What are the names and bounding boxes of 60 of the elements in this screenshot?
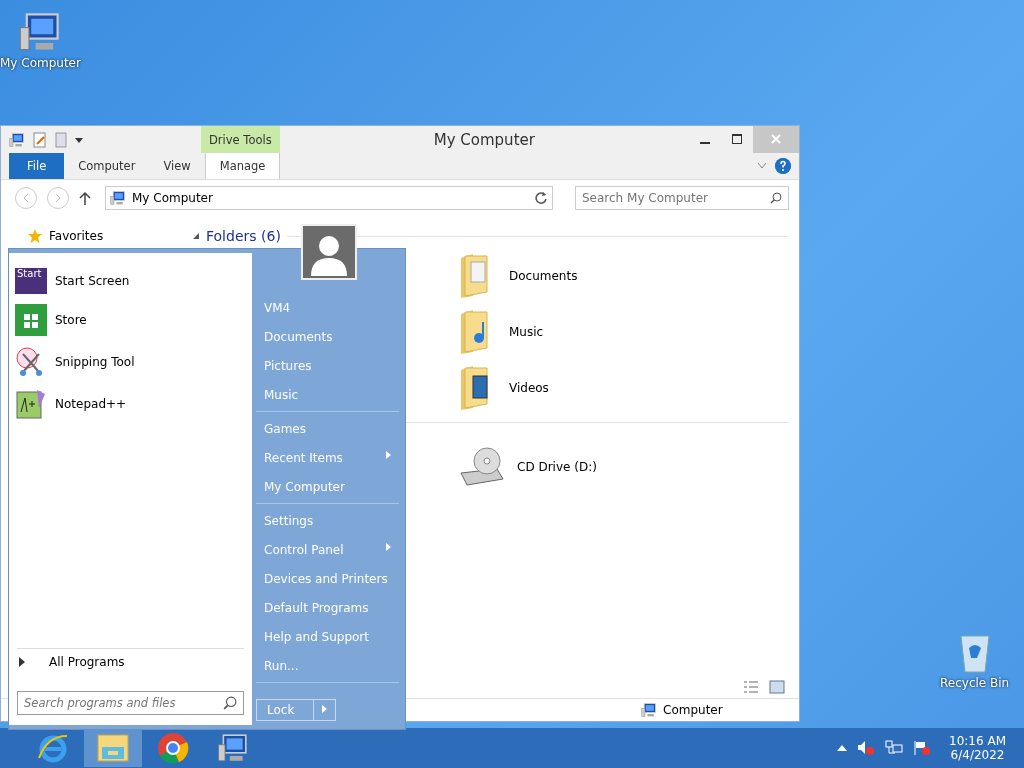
store-icon (15, 304, 47, 336)
ribbon-tab[interactable]: Computer (64, 153, 150, 179)
program-item[interactable]: Notepad++ (9, 385, 252, 423)
maximize-icon (732, 133, 742, 144)
computer-icon (9, 131, 25, 148)
properties-icon[interactable] (33, 131, 47, 148)
network-icon[interactable] (885, 740, 904, 756)
section-header[interactable]: Folders (6) (206, 228, 281, 244)
window-title: My Computer (432, 130, 536, 149)
star-icon (27, 228, 43, 244)
program-item[interactable]: Snipping Tool (9, 343, 252, 381)
search-icon (770, 192, 782, 204)
collapse-icon[interactable] (192, 232, 200, 240)
flag-icon[interactable] (913, 740, 932, 756)
all-programs-button[interactable]: All Programs (17, 648, 244, 675)
submenu-arrow-icon (386, 450, 391, 459)
program-item[interactable]: Store (9, 301, 252, 339)
desktop-icon-label[interactable]: My Computer (0, 56, 81, 70)
address-text[interactable]: My Computer (132, 191, 213, 205)
ribbon-tab[interactable]: File (9, 153, 65, 179)
computer-icon (641, 702, 657, 718)
cd-drive-icon (457, 445, 505, 489)
chevron-down-icon[interactable] (757, 162, 767, 170)
context-tab-label: Drive Tools (201, 126, 280, 153)
status-location: Computer (663, 703, 723, 717)
address-bar[interactable]: My Computer (105, 186, 553, 210)
folder-label[interactable]: CD Drive (D:) (517, 460, 597, 474)
user-avatar[interactable] (301, 224, 357, 280)
nav-item[interactable]: Favorites (49, 229, 104, 243)
clock-time[interactable]: 10:16 AM (949, 734, 1006, 748)
folder-label[interactable]: Music (509, 325, 544, 339)
triangle-right-icon (19, 657, 25, 667)
search-box[interactable]: Search My Computer (575, 186, 789, 210)
notepad-icon (15, 388, 47, 420)
speaker-muted-icon[interactable] (857, 740, 876, 756)
start-screen-icon: Start (15, 268, 47, 294)
folder-label[interactable]: Videos (509, 381, 549, 395)
up-arrow-icon[interactable] (79, 191, 91, 205)
desktop-icon-label[interactable]: Recycle Bin (940, 676, 1010, 690)
clock-date[interactable]: 6/4/2022 (950, 748, 1005, 762)
search-box[interactable]: Search programs and files (17, 691, 244, 715)
folder-icon (96, 733, 130, 763)
ribbon-tab[interactable]: Manage (204, 153, 281, 179)
minimize-icon (700, 141, 710, 144)
help-icon[interactable] (775, 158, 791, 174)
submenu-arrow-icon (386, 542, 391, 551)
refresh-icon[interactable] (534, 191, 548, 205)
lock-options-button[interactable] (314, 699, 336, 721)
ribbon-tab[interactable]: View (149, 153, 205, 179)
search-icon (223, 696, 237, 710)
chevron-up-icon[interactable] (837, 745, 848, 751)
computer-icon (217, 732, 249, 764)
dropdown-icon[interactable] (75, 135, 83, 144)
folder-label[interactable]: Documents (509, 269, 578, 283)
triangle-right-icon (322, 705, 327, 713)
computer-icon (110, 190, 126, 206)
program-item[interactable]: Start Start Screen (9, 265, 252, 297)
browser-e-icon (37, 732, 69, 764)
close-icon (771, 133, 781, 144)
chrome-icon (157, 732, 189, 764)
